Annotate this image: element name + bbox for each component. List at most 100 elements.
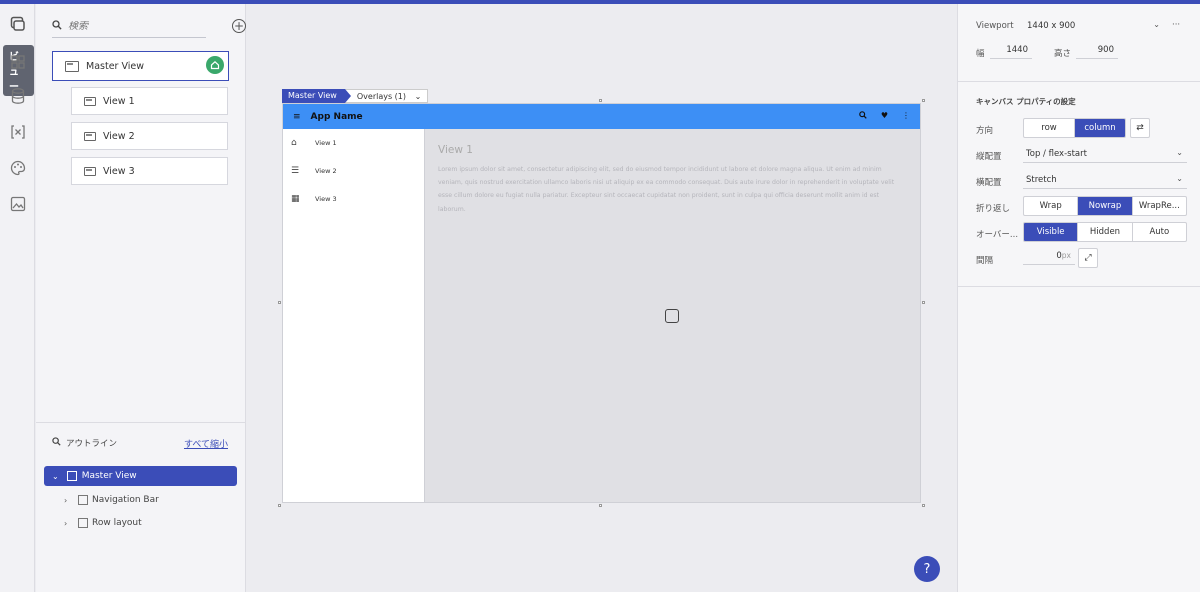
more-options-icon[interactable]: ··· xyxy=(1172,20,1180,30)
overflow-visible-button[interactable]: Visible xyxy=(1024,223,1079,241)
view-card-view-3[interactable]: View 3 xyxy=(71,157,228,185)
more-vertical-icon[interactable]: ⋮ xyxy=(902,111,910,121)
view-icon xyxy=(84,96,96,106)
horizontal-align-label: 横配置 xyxy=(976,178,1002,188)
router-outlet-icon xyxy=(665,309,679,323)
section-title: キャンバス プロパティの設定 xyxy=(976,97,1076,106)
nav-item-label: View 3 xyxy=(315,195,337,203)
views-panel: + Master View View 1 View 2 View 3 アウトライ… xyxy=(36,4,246,592)
resize-handle[interactable] xyxy=(278,504,281,507)
outline-item-label: Master View xyxy=(81,471,137,481)
app-content-area[interactable]: View 1 Lorem ipsum dolor sit amet, conse… xyxy=(425,129,920,502)
search-icon[interactable] xyxy=(859,111,867,121)
search-input[interactable] xyxy=(68,21,188,32)
expand-icon[interactable]: ⤢ xyxy=(1078,248,1098,268)
height-input[interactable]: 900 xyxy=(1076,45,1118,59)
overflow-label: オーバー... xyxy=(976,230,1019,240)
view-card-label: View 1 xyxy=(103,95,135,107)
chevron-down-icon[interactable]: ⌄ xyxy=(52,472,59,481)
chevron-right-icon[interactable]: › xyxy=(64,496,74,505)
gap-input[interactable]: 0px xyxy=(1023,251,1075,265)
direction-toggle: row column xyxy=(1023,118,1126,138)
nav-item-view-2[interactable]: ☰ View 2 xyxy=(291,167,337,176)
design-canvas[interactable]: Master View Overlays (1) ⌄ ≡ App Name ♥ … xyxy=(247,4,957,592)
overflow-auto-button[interactable]: Auto xyxy=(1133,223,1186,241)
view-card-master[interactable]: Master View xyxy=(52,51,229,81)
outline-item-master-view[interactable]: ⌄ Master View xyxy=(44,466,237,486)
overlays-label: Overlays (1) xyxy=(356,92,407,101)
help-button[interactable]: ? xyxy=(914,556,940,582)
direction-row-button[interactable]: row xyxy=(1024,119,1075,137)
variables-icon[interactable] xyxy=(8,122,27,141)
outline-item-label: Navigation Bar xyxy=(92,495,159,505)
lorem-text: Lorem ipsum dolor sit amet, consectetur … xyxy=(438,166,895,213)
nav-item-label: View 2 xyxy=(315,167,337,175)
width-input[interactable]: 1440 xyxy=(990,45,1032,59)
row-layout-icon xyxy=(78,518,88,528)
resize-handle[interactable] xyxy=(922,99,925,102)
heart-icon[interactable]: ♥ xyxy=(881,111,888,121)
outline-panel: アウトライン すべて縮小 ⌄ Master View › Navigation … xyxy=(36,422,246,592)
resize-handle[interactable] xyxy=(599,99,602,102)
nav-item-view-1[interactable]: ⌂ View 1 xyxy=(291,138,337,148)
viewport-select[interactable]: 1440 x 900 ⌄ xyxy=(1024,17,1164,35)
dashboard-icon: ▦ xyxy=(291,194,300,204)
height-label: 高さ xyxy=(1054,49,1072,59)
nav-item-view-3[interactable]: ▦ View 3 xyxy=(291,194,337,204)
view-icon xyxy=(84,131,96,141)
chevron-right-icon[interactable]: › xyxy=(64,519,74,528)
search-icon[interactable] xyxy=(52,437,61,449)
horizontal-align-select[interactable]: Stretch ⌄ xyxy=(1023,171,1187,189)
assets-icon[interactable] xyxy=(8,194,27,213)
view-card-view-2[interactable]: View 2 xyxy=(71,122,228,150)
vertical-align-label: 縦配置 xyxy=(976,152,1002,162)
navbar-icon xyxy=(78,495,88,505)
menu-icon[interactable]: ≡ xyxy=(293,112,301,122)
wrap-reverse-button[interactable]: WrapRe... xyxy=(1133,197,1186,215)
viewport-value: 1440 x 900 xyxy=(1027,21,1076,31)
chevron-down-icon: ⌄ xyxy=(1176,174,1183,183)
outline-item-navigation-bar[interactable]: › Navigation Bar xyxy=(64,495,159,505)
divider xyxy=(958,286,1200,287)
view-card-view-1[interactable]: View 1 xyxy=(71,87,228,115)
activity-rail: ビュー xyxy=(0,4,35,592)
chevron-down-icon: ⌄ xyxy=(1176,148,1183,157)
outline-item-label: Row layout xyxy=(92,518,142,528)
overflow-hidden-button[interactable]: Hidden xyxy=(1078,223,1133,241)
resize-handle[interactable] xyxy=(278,301,281,304)
swap-direction-icon[interactable]: ⇄ xyxy=(1130,118,1150,138)
views-icon[interactable] xyxy=(8,14,27,33)
components-icon[interactable] xyxy=(8,52,27,71)
direction-column-button[interactable]: column xyxy=(1075,119,1125,137)
add-view-button[interactable]: + xyxy=(232,19,246,33)
wrap-button[interactable]: Wrap xyxy=(1024,197,1079,215)
viewport-label: Viewport xyxy=(976,21,1014,31)
app-preview-frame[interactable]: ≡ App Name ♥ ⋮ ⌂ View 1 ☰ View 2 ▦ View … xyxy=(282,103,921,503)
app-name: App Name xyxy=(310,111,363,122)
app-nav-list: ⌂ View 1 ☰ View 2 ▦ View 3 xyxy=(283,129,425,502)
tab-master-view[interactable]: Master View xyxy=(282,89,351,103)
app-navigation-bar[interactable]: ≡ App Name ♥ ⋮ xyxy=(283,104,920,129)
outline-header: アウトライン xyxy=(52,437,117,449)
properties-panel: Viewport 1440 x 900 ⌄ ··· 幅 1440 高さ 900 … xyxy=(957,4,1200,592)
gap-unit: px xyxy=(1061,251,1071,260)
resize-handle[interactable] xyxy=(922,301,925,304)
content-title: View 1 xyxy=(438,144,473,156)
overlays-dropdown[interactable]: Overlays (1) ⌄ xyxy=(344,89,429,103)
data-icon[interactable] xyxy=(8,86,27,105)
outline-item-row-layout[interactable]: › Row layout xyxy=(64,518,142,528)
overflow-toggle: Visible Hidden Auto xyxy=(1023,222,1187,242)
home-icon: ⌂ xyxy=(291,138,297,148)
nowrap-button[interactable]: Nowrap xyxy=(1078,197,1133,215)
view-icon xyxy=(65,60,79,72)
collapse-all-link[interactable]: すべて縮小 xyxy=(184,437,228,450)
search-icon xyxy=(52,20,62,33)
view-icon xyxy=(84,166,96,176)
resize-handle[interactable] xyxy=(922,504,925,507)
vertical-align-select[interactable]: Top / flex-start ⌄ xyxy=(1023,145,1187,163)
view-card-label: View 2 xyxy=(103,130,135,142)
resize-handle[interactable] xyxy=(599,504,602,507)
view-card-label: Master View xyxy=(86,60,145,72)
appbar-actions: ♥ ⋮ xyxy=(859,111,910,121)
theme-icon[interactable] xyxy=(8,158,27,177)
